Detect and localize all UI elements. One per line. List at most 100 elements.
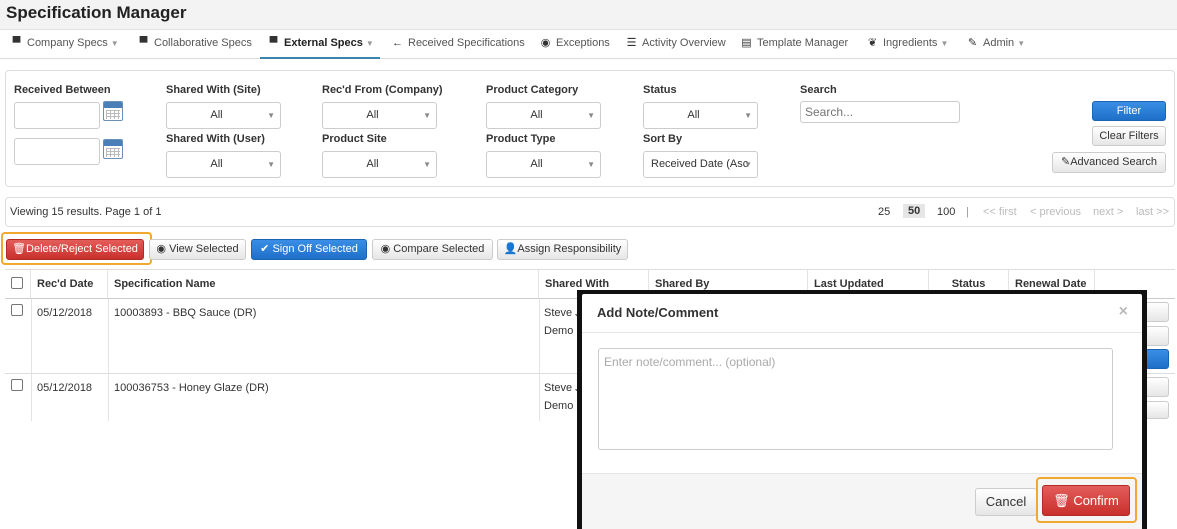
advanced-search-button[interactable]: ✎Advanced Search	[1052, 152, 1166, 173]
nav-activity-overview[interactable]: ☰ Activity Overview	[625, 30, 726, 59]
sign-off-selected-button[interactable]: ✔ Sign Off Selected	[251, 239, 367, 260]
select-value: All	[530, 109, 543, 121]
modal-header-divider	[582, 332, 1142, 333]
row-specification-name[interactable]: 100036753 - Honey Glaze (DR)	[114, 382, 269, 394]
select-value: All	[210, 109, 223, 121]
nav-company-specs[interactable]: ▀ Company Specs ▼	[10, 30, 119, 59]
row-sign-off-button[interactable]	[1145, 349, 1169, 369]
briefcase-icon: ▀	[269, 37, 278, 49]
shared-user-label: Shared With (User)	[166, 133, 265, 145]
arrow-left-icon: ←	[392, 37, 403, 49]
select-value: All	[366, 158, 379, 170]
shared-user-select[interactable]: All ▼	[166, 151, 281, 178]
sign-off-label: Sign Off Selected	[272, 243, 358, 255]
status-select[interactable]: All ▼	[643, 102, 758, 129]
view-selected-button[interactable]: ◉ View Selected	[149, 239, 246, 260]
row-checkbox[interactable]	[11, 379, 23, 391]
row-action-button[interactable]	[1145, 326, 1169, 346]
select-value: Received Date (Asc	[651, 158, 749, 170]
recd-from-label: Rec'd From (Company)	[322, 84, 443, 96]
nav-label: Activity Overview	[642, 37, 726, 49]
row-shared-with-secondary: Demo	[544, 400, 574, 412]
add-note-modal: Add Note/Comment × Cancel 🗑 Confirm	[582, 294, 1142, 529]
nav-label: Collaborative Specs	[154, 37, 252, 49]
note-comment-textarea[interactable]	[598, 348, 1113, 450]
assign-responsibility-label: Assign Responsibility	[517, 243, 622, 255]
row-checkbox[interactable]	[11, 304, 23, 316]
row-shared-with: Steve J	[544, 382, 581, 394]
nav-received-specifications[interactable]: ← Received Specifications	[391, 30, 525, 59]
nav-collaborative-specs[interactable]: ▀ Collaborative Specs	[137, 30, 252, 59]
confirm-button[interactable]: 🗑 Confirm	[1042, 485, 1130, 516]
filter-button[interactable]: Filter	[1092, 101, 1166, 121]
clear-filters-button[interactable]: Clear Filters	[1092, 126, 1166, 146]
chevron-down-icon: ▼	[587, 111, 595, 120]
row-action-button[interactable]	[1145, 401, 1169, 419]
close-icon[interactable]: ×	[1119, 303, 1128, 321]
header-recd-date[interactable]: Rec'd Date	[31, 270, 108, 299]
status-label: Status	[643, 84, 677, 96]
modal-title: Add Note/Comment	[597, 305, 719, 320]
search-input[interactable]	[800, 101, 960, 123]
recd-from-select[interactable]: All ▼	[322, 102, 437, 129]
caret-down-icon: ▼	[940, 39, 949, 48]
list-alt-icon: ▤	[741, 37, 752, 49]
nav-label: Received Specifications	[408, 37, 525, 49]
calendar-icon[interactable]	[103, 101, 123, 121]
nav-admin[interactable]: ✎ Admin ▼	[966, 30, 1025, 59]
received-from-date-input[interactable]	[14, 102, 100, 129]
product-category-select[interactable]: All ▼	[486, 102, 601, 129]
compare-selected-button[interactable]: ◉ Compare Selected	[372, 239, 493, 260]
select-all-header	[5, 270, 31, 299]
sort-by-select[interactable]: Received Date (Asc ▼	[643, 151, 758, 178]
chevron-down-icon: ▼	[423, 160, 431, 169]
last-page-link[interactable]: last >>	[1136, 206, 1169, 218]
results-bar: Viewing 15 results. Page 1 of 1 25 50 10…	[5, 197, 1175, 227]
row-action-button[interactable]	[1145, 302, 1169, 322]
trash-icon: 🗑	[12, 243, 27, 255]
page-size-25[interactable]: 25	[878, 206, 890, 218]
cancel-button[interactable]: Cancel	[975, 488, 1037, 516]
leaf-icon: ❦	[867, 37, 878, 49]
first-page-link[interactable]: << first	[983, 206, 1017, 218]
received-between-label: Received Between	[14, 84, 111, 96]
product-category-label: Product Category	[486, 84, 579, 96]
row-recd-date: 05/12/2018	[37, 382, 93, 394]
page-size-100[interactable]: 100	[937, 206, 955, 218]
product-type-select[interactable]: All ▼	[486, 151, 601, 178]
nav-label: Ingredients	[883, 37, 938, 49]
select-value: All	[366, 109, 379, 121]
delete-reject-selected-button[interactable]: 🗑Delete/Reject Selected	[6, 239, 144, 260]
previous-page-link[interactable]: < previous	[1030, 206, 1081, 218]
calendar-icon[interactable]	[103, 139, 123, 159]
header-specification-name[interactable]: Specification Name	[108, 270, 539, 299]
page-size-50[interactable]: 50	[903, 204, 926, 218]
delete-reject-label: Delete/Reject Selected	[26, 243, 138, 255]
row-action-button[interactable]	[1145, 377, 1169, 397]
nav-label: Template Manager	[757, 37, 849, 49]
row-specification-name[interactable]: 10003893 - BBQ Sauce (DR)	[114, 307, 256, 319]
chevron-down-icon: ▼	[587, 160, 595, 169]
select-all-checkbox[interactable]	[11, 277, 23, 289]
eye-icon: ◉	[380, 243, 391, 255]
row-shared-with: Steve J	[544, 307, 581, 319]
modal-footer-divider	[582, 473, 1142, 474]
pagination-separator: |	[966, 206, 969, 218]
nav-external-specs[interactable]: ▀ External Specs ▼	[260, 30, 380, 59]
nav-ingredients[interactable]: ❦ Ingredients ▼	[866, 30, 948, 59]
assign-responsibility-button[interactable]: 👤Assign Responsibility	[497, 239, 628, 260]
product-site-select[interactable]: All ▼	[322, 151, 437, 178]
received-to-date-input[interactable]	[14, 138, 100, 165]
main-nav: ▀ Company Specs ▼ ▀ Collaborative Specs ▀ Ex…	[0, 30, 1177, 59]
shared-site-select[interactable]: All ▼	[166, 102, 281, 129]
sort-by-label: Sort By	[643, 133, 683, 145]
view-selected-label: View Selected	[169, 243, 239, 255]
chevron-down-icon: ▼	[744, 111, 752, 120]
nav-exceptions[interactable]: ◉ Exceptions	[539, 30, 610, 59]
wrench-icon: ✎	[967, 37, 978, 49]
row-shared-with-secondary: Demo	[544, 325, 574, 337]
select-value: All	[530, 158, 543, 170]
filter-panel: Received Between Shared With (Site) All ▼…	[5, 70, 1175, 187]
nav-template-manager[interactable]: ▤ Template Manager	[740, 30, 848, 59]
next-page-link[interactable]: next >	[1093, 206, 1123, 218]
